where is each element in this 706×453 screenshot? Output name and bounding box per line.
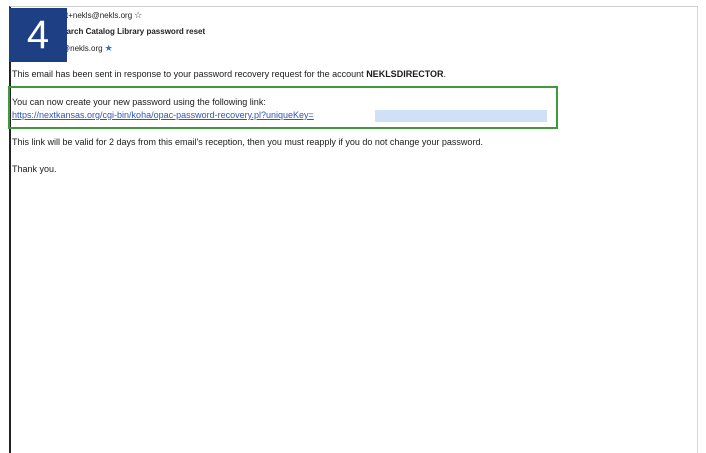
star-filled-icon[interactable]: ★ bbox=[105, 43, 113, 54]
star-outline-icon[interactable]: ☆ bbox=[134, 10, 142, 21]
body-line-intro: This email has been sent in response to … bbox=[12, 69, 446, 79]
email-to: @nekls.org ★ bbox=[62, 43, 113, 54]
email-subject: earch Catalog Library password reset bbox=[62, 27, 206, 36]
intro-text: This email has been sent in response to … bbox=[12, 69, 367, 79]
body-line-thanks: Thank you. bbox=[12, 164, 57, 174]
to-address: @nekls.org bbox=[62, 44, 103, 53]
from-address: xt+nekls@nekls.org bbox=[62, 11, 133, 20]
step-number-badge: 4 bbox=[9, 8, 67, 62]
email-from: xt+nekls@nekls.org ☆ bbox=[62, 10, 142, 21]
link-highlight-box bbox=[8, 86, 558, 129]
body-line-validity: This link will be valid for 2 days from … bbox=[12, 137, 483, 147]
intro-period: . bbox=[443, 69, 447, 79]
account-name: NEKLSDIRECTOR bbox=[366, 69, 444, 79]
